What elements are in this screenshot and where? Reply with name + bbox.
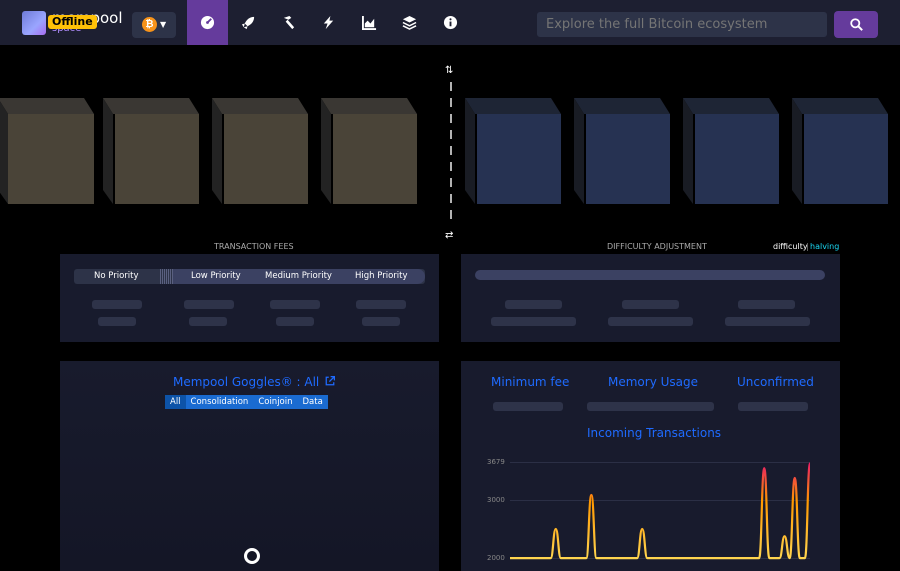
medium-priority-label: Medium Priority: [265, 271, 332, 281]
nav-dashboard[interactable]: [187, 0, 228, 45]
filter-all[interactable]: All: [165, 395, 186, 409]
minimum-fee-label: Minimum fee: [491, 375, 570, 389]
loading-skeleton: [725, 317, 810, 326]
series-line: [510, 462, 810, 560]
goggles-title[interactable]: Mempool Goggles® : All: [173, 375, 336, 389]
loading-skeleton: [738, 402, 808, 411]
top-navbar: mempool space Offline ₿ ▼: [0, 0, 900, 45]
mined-block[interactable]: [465, 98, 561, 204]
fees-card: [60, 254, 439, 342]
dashboard-icon: [200, 15, 215, 30]
chart-icon: [362, 15, 377, 30]
incoming-transactions-chart: [510, 462, 810, 560]
loading-skeleton: [505, 300, 562, 309]
loading-skeleton: [98, 317, 136, 326]
loading-skeleton: [184, 300, 234, 309]
filter-consolidation[interactable]: Consolidation: [185, 395, 254, 409]
difficulty-progress-skeleton: [475, 270, 825, 280]
nav-accelerator[interactable]: [228, 0, 269, 45]
external-link-icon: [325, 376, 336, 386]
high-priority-label: High Priority: [355, 271, 408, 281]
difficulty-toggle[interactable]: difficulty: [773, 242, 808, 251]
loading-skeleton: [276, 317, 314, 326]
search-button[interactable]: [834, 11, 878, 38]
nav-lightning[interactable]: [308, 0, 349, 45]
loading-skeleton: [608, 317, 693, 326]
mempool-block[interactable]: [321, 98, 417, 204]
toggle-separator: |: [806, 242, 809, 251]
lightning-icon: [323, 15, 334, 30]
loading-skeleton: [587, 402, 714, 411]
transaction-fees-label: TRANSACTION FEES: [214, 242, 294, 251]
priority-gradient: [159, 269, 173, 284]
y-tick-label: 3000: [487, 496, 505, 504]
no-priority-label: No Priority: [94, 271, 139, 281]
mined-block[interactable]: [792, 98, 888, 204]
nav-about[interactable]: [430, 0, 471, 45]
layers-icon: [402, 15, 417, 30]
low-priority-label: Low Priority: [191, 271, 241, 281]
mined-block[interactable]: [683, 98, 779, 204]
rocket-icon: [241, 16, 255, 30]
loading-skeleton: [362, 317, 400, 326]
mempool-block[interactable]: [103, 98, 199, 204]
info-icon: [443, 15, 458, 30]
chevron-down-icon: ▼: [160, 20, 167, 29]
goggles-title-text: Mempool Goggles® : All: [173, 375, 320, 389]
nav-mining[interactable]: [268, 0, 309, 45]
filter-data[interactable]: Data: [297, 395, 328, 409]
mempool-block[interactable]: [212, 98, 308, 204]
loading-skeleton: [493, 402, 563, 411]
nav-docs[interactable]: [389, 0, 430, 45]
svg-text:⇅: ⇅: [445, 65, 453, 76]
difficulty-adjustment-label: DIFFICULTY ADJUSTMENT: [607, 242, 707, 251]
loading-skeleton: [356, 300, 406, 309]
memory-usage-label: Memory Usage: [608, 375, 699, 389]
nav-graphs[interactable]: [349, 0, 390, 45]
unconfirmed-label: Unconfirmed: [737, 375, 814, 389]
loading-skeleton: [738, 300, 795, 309]
loading-skeleton: [92, 300, 142, 309]
search-icon: [849, 18, 863, 31]
mempool-block[interactable]: [0, 98, 94, 204]
network-selector[interactable]: ₿ ▼: [132, 12, 176, 38]
blockchain-divider[interactable]: ⇅ ⇄: [445, 64, 453, 240]
loading-skeleton: [622, 300, 679, 309]
filter-coinjoin[interactable]: Coinjoin: [253, 395, 298, 409]
y-tick-label: 3679: [487, 458, 505, 466]
mined-block[interactable]: [574, 98, 670, 204]
loading-skeleton: [270, 300, 320, 309]
loading-spinner: [244, 548, 260, 564]
logo-icon: [22, 11, 46, 35]
halving-toggle[interactable]: halving: [810, 242, 839, 251]
y-tick-label: 2000: [487, 554, 505, 562]
chart-title: Incoming Transactions: [587, 426, 722, 440]
hammer-icon: [283, 15, 295, 30]
goggles-card: [60, 361, 439, 571]
offline-badge: Offline: [48, 15, 97, 29]
loading-skeleton: [189, 317, 227, 326]
difficulty-card: [461, 254, 840, 342]
loading-skeleton: [491, 317, 576, 326]
bitcoin-icon: ₿: [142, 17, 157, 32]
svg-text:⇄: ⇄: [445, 230, 453, 240]
search-input[interactable]: [537, 12, 827, 37]
goggles-filters: All Consolidation Coinjoin Data: [165, 395, 328, 409]
